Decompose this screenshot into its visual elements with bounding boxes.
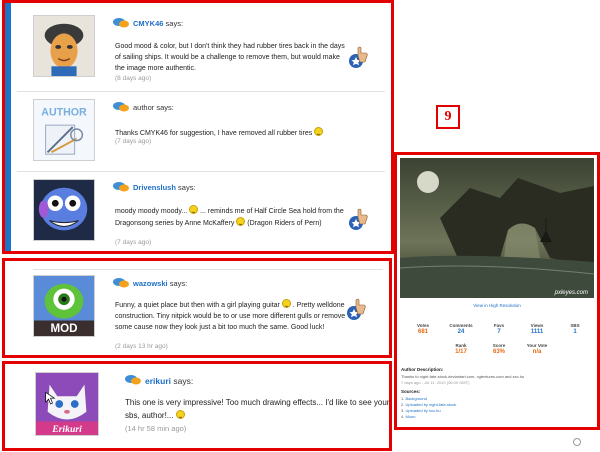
svg-text:Erikuri: Erikuri: [51, 424, 82, 435]
comments-panel-bottom: Erikuri erikuri says: This one is very i…: [2, 361, 392, 451]
comment-text-part: (Dragon Riders of Pern): [247, 220, 322, 227]
comment-bubble-icon: [113, 277, 129, 289]
comment-says-label: says:: [156, 103, 174, 112]
comment-cmyk46: CMYK46 says: Good mood & color, but I do…: [13, 11, 387, 89]
source-item: 1. Background: [401, 396, 427, 401]
loading-spinner-icon: [573, 438, 581, 446]
comment-username[interactable]: CMYK46: [133, 19, 163, 28]
comment-timestamp: (8 days ago): [115, 75, 152, 82]
stat-favs: Favs 7: [493, 323, 505, 335]
source-link[interactable]: Background: [405, 396, 426, 401]
comment-erikuri: Erikuri erikuri says: This one is very i…: [13, 368, 389, 448]
stat-views: Views 1111: [530, 323, 544, 335]
author-description-text: Thanks to night-fate-stock.deviantart.co…: [401, 374, 525, 379]
comment-username[interactable]: author: [133, 103, 154, 112]
stat-your-vote[interactable]: Your Vote n/a: [519, 343, 555, 355]
source-item: 3. Uploaded by sxc.hu: [401, 408, 441, 413]
source-link[interactable]: Uploaded by sxc.hu: [405, 408, 440, 413]
smiley-icon: [189, 205, 199, 214]
comment-bubble-icon: [113, 17, 129, 29]
image-details-panel: pxleyes.com View in High Resolution Vote…: [394, 152, 600, 430]
stat-comments: Comments 24: [449, 323, 473, 335]
svg-text:MOD: MOD: [50, 322, 77, 335]
comment-text-part: Funny, a quiet place but then with a gir…: [115, 302, 280, 309]
rate-thumb-icon[interactable]: [349, 45, 369, 69]
comment-wazowski: MOD wazowski says: Funny, a quiet place …: [13, 271, 385, 357]
author-description-date: 7 days ago - Jul 11, 2010 (06:00 GMT): [401, 380, 470, 385]
comment-timestamp: (2 days 13 hr ago): [115, 343, 168, 350]
stat-score: Score 63%: [492, 343, 506, 355]
avatar-erikuri[interactable]: Erikuri: [35, 372, 99, 436]
avatar-wazowski[interactable]: MOD: [33, 275, 95, 337]
comment-text: Good mood & color, but I don't think the…: [115, 43, 345, 72]
svg-text:AUTHOR: AUTHOR: [41, 106, 87, 118]
comment-timestamp: (14 hr 58 min ago): [125, 424, 187, 433]
avatar-drivenslush[interactable]: [33, 179, 95, 241]
comment-divider: [33, 269, 383, 270]
comment-bubble-icon: [113, 181, 129, 193]
photo-credit: pxleyes.com: [554, 290, 588, 296]
comment-says-label: says:: [169, 279, 188, 288]
source-link[interactable]: Moon: [405, 414, 415, 419]
comment-divider: [17, 171, 385, 172]
source-item: 2. Uploaded by night-fate-stock: [401, 402, 457, 407]
source-item: 4. Moon: [401, 414, 416, 419]
comment-says-label: says:: [165, 19, 184, 28]
comments-panel-top: CMYK46 says: Good mood & color, but I do…: [2, 0, 394, 254]
comment-username[interactable]: erikuri: [145, 376, 171, 386]
comment-username[interactable]: wazowski: [133, 279, 168, 288]
comment-divider: [17, 91, 385, 92]
comment-text: Thanks CMYK46 for suggestion, I have rem…: [115, 130, 313, 137]
comments-panel-middle: MOD wazowski says: Funny, a quiet place …: [2, 258, 392, 358]
avatar-cmyk46[interactable]: [33, 15, 95, 77]
comment-text: This one is very impressive! Too much dr…: [125, 398, 390, 420]
view-hi-res-link[interactable]: View in High Resolution: [397, 303, 597, 308]
smiley-icon: [175, 410, 185, 419]
comment-says-label: says:: [178, 183, 196, 192]
comment-bubble-icon: [125, 374, 141, 386]
comment-says-label: says:: [173, 376, 194, 386]
comment-text-part: moody moody moody...: [115, 208, 188, 215]
smiley-icon: [314, 127, 324, 136]
comment-bubble-icon: [113, 101, 129, 113]
comment-drivenslush: Drivenslush says: moody moody moody... .…: [13, 175, 387, 251]
comment-timestamp: (7 days ago): [115, 239, 152, 246]
comment-author: AUTHOR author says: Thanks CMYK46 for su…: [13, 95, 387, 169]
comment-accent-bar: [5, 3, 11, 251]
entry-photo[interactable]: pxleyes.com: [400, 158, 594, 298]
smiley-icon: [236, 217, 246, 226]
comment-username[interactable]: Drivenslush: [133, 183, 176, 192]
rate-thumb-icon[interactable]: [349, 207, 369, 231]
stat-votes: Votes 681: [417, 323, 429, 335]
step-number-badge: 9: [436, 105, 460, 129]
stat-rank: Rank 1/17: [455, 343, 467, 355]
source-link[interactable]: Uploaded by night-fate-stock: [405, 402, 456, 407]
smiley-icon: [281, 299, 291, 308]
comment-timestamp: (7 days ago): [115, 138, 152, 145]
stat-sbs[interactable]: SBS 1: [557, 323, 593, 335]
author-description-title: Author Description:: [401, 367, 444, 372]
avatar-author[interactable]: AUTHOR: [33, 99, 95, 161]
rate-thumb-icon[interactable]: [347, 297, 367, 321]
sources-title: Sources:: [401, 389, 421, 394]
